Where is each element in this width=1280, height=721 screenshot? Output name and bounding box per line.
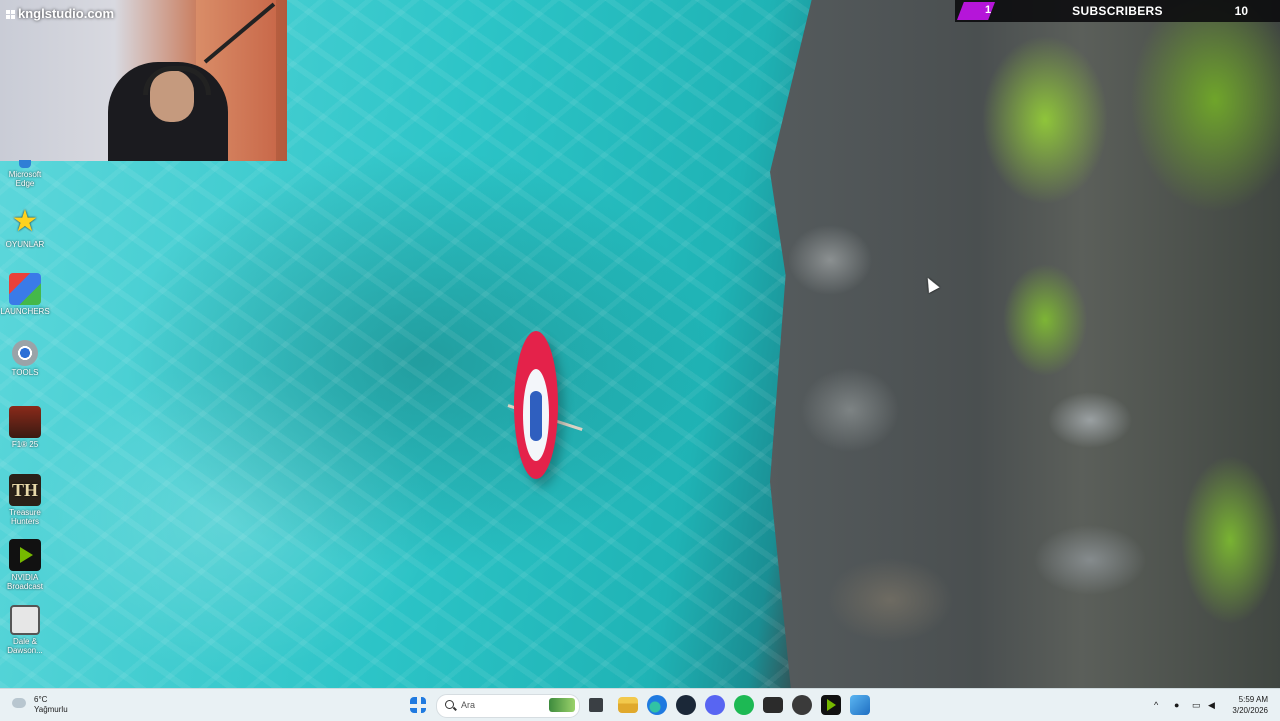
subscriber-target: 10 xyxy=(1234,4,1248,18)
weather-temp: 6°C xyxy=(34,695,48,704)
dale-dawson-icon xyxy=(10,605,40,635)
chevron-up-icon[interactable]: ^ xyxy=(1154,700,1158,710)
desktop-icon-label: Dale & Dawson... xyxy=(7,637,43,655)
steam-icon[interactable] xyxy=(676,695,696,715)
edge-icon[interactable] xyxy=(647,695,667,715)
system-tray: ^ ● ▭ ◀ 5:59 AM 3/20/2026 xyxy=(1140,689,1280,721)
edge-icon xyxy=(19,160,31,168)
greenery xyxy=(955,0,1280,400)
volume-icon[interactable]: ◀ xyxy=(1208,700,1215,711)
desktop-icon-oyunlar[interactable]: ★ OYUNLAR xyxy=(0,205,50,250)
greenery-lower xyxy=(1140,420,1280,660)
weather-condition: Yağmurlu xyxy=(34,705,68,714)
desktop-icon-launchers[interactable]: LAUNCHERS xyxy=(0,273,50,316)
desktop-icon-nvidia-broadcast[interactable]: NVIDIA Broadcast xyxy=(0,539,50,591)
desktop-icon-f1[interactable]: F1® 25 xyxy=(0,406,50,449)
paddleboard xyxy=(514,331,558,479)
desktop-icon-edge[interactable]: Microsoft Edge xyxy=(0,160,50,188)
desktop-icon-label: Treasure Hunters xyxy=(9,508,41,526)
obs-icon[interactable] xyxy=(792,695,812,715)
search-icon xyxy=(445,700,454,709)
desktop-icon-label: F1® 25 xyxy=(11,440,39,449)
launchers-folder-icon xyxy=(9,273,41,305)
search-box[interactable]: Ara xyxy=(436,694,580,718)
desktop-icon-treasure-hunters[interactable]: TH Treasure Hunters xyxy=(0,474,50,526)
star-folder-icon: ★ xyxy=(11,205,39,238)
rain-cloud-icon xyxy=(12,698,26,708)
desktop-icon-tools[interactable]: TOOLS xyxy=(0,340,50,377)
folder-icon[interactable] xyxy=(618,697,638,713)
clock[interactable]: 5:59 AM 3/20/2026 xyxy=(1232,694,1268,716)
clock-date: 3/20/2026 xyxy=(1232,706,1268,715)
desktop-icon-label: NVIDIA Broadcast xyxy=(6,573,44,591)
brand-logo-icon xyxy=(6,10,15,19)
photos-icon[interactable] xyxy=(850,695,870,715)
spotify-icon[interactable] xyxy=(734,695,754,715)
discord-icon[interactable] xyxy=(705,695,725,715)
subscriber-goal-bar: 1 SUBSCRIBERS 10 xyxy=(955,0,1280,22)
nvidia-broadcast-icon xyxy=(9,539,41,571)
desktop-icon-label: LAUNCHERS xyxy=(0,307,50,316)
desktop-icon-label: TOOLS xyxy=(11,368,39,377)
network-icon[interactable]: ▭ xyxy=(1192,700,1201,711)
treasure-hunters-icon: TH xyxy=(9,474,41,506)
subscriber-label: SUBSCRIBERS xyxy=(1072,4,1163,18)
search-highlight-icon xyxy=(549,698,575,712)
studio-brand: knglstudio.com xyxy=(6,6,114,21)
microphone-icon[interactable]: ● xyxy=(1174,700,1179,710)
taskbar: 6°C Yağmurlu Ara ^ ● ▭ ◀ 5:59 AM 3/20/20… xyxy=(0,688,1280,721)
tools-gear-icon xyxy=(12,340,38,366)
brand-text: knglstudio.com xyxy=(18,6,115,21)
search-placeholder: Ara xyxy=(461,700,476,710)
clock-time: 5:59 AM xyxy=(1238,695,1268,704)
desktop-icon-label: Microsoft Edge xyxy=(8,170,42,188)
start-button[interactable] xyxy=(410,697,426,713)
terminal-icon[interactable] xyxy=(763,697,783,713)
desktop-icon-dale-dawson[interactable]: Dale & Dawson... xyxy=(0,605,50,655)
webcam-overlay: knglstudio.com xyxy=(0,0,287,161)
desktop-icon-label: OYUNLAR xyxy=(5,240,45,249)
task-view-icon[interactable] xyxy=(589,698,603,712)
f1-game-icon xyxy=(9,406,41,438)
nvidia-icon[interactable] xyxy=(821,695,841,715)
